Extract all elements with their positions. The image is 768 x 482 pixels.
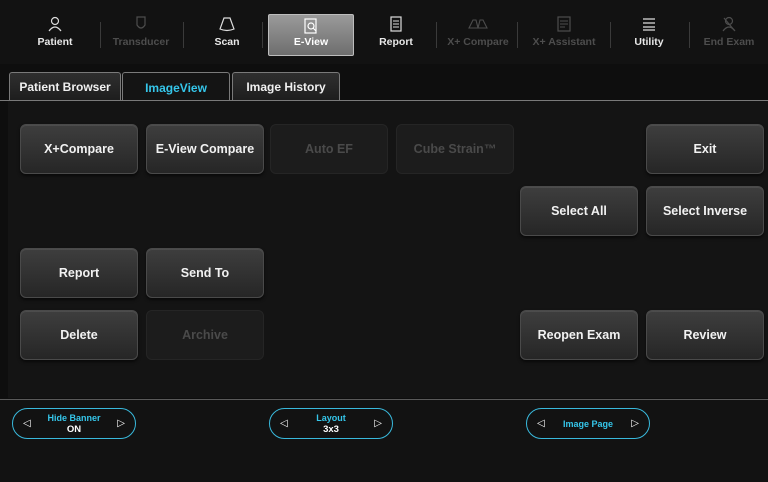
toolbar-x-compare-label: X+ Compare (447, 36, 509, 48)
e-view-compare-button[interactable]: E-View Compare (146, 124, 264, 174)
report-button[interactable]: Report (20, 248, 138, 298)
toolbar-report-label: Report (379, 36, 413, 48)
select-inverse-button-label: Select Inverse (662, 204, 748, 218)
toolbar-end-exam-label: End Exam (703, 36, 755, 48)
tab-imageview[interactable]: ImageView (122, 72, 230, 102)
select-all-button-label: Select All (551, 204, 607, 218)
hide-banner-next-icon[interactable]: ▷ (117, 418, 125, 429)
layout-next-icon[interactable]: ▷ (374, 418, 382, 429)
x-compare-button[interactable]: X+Compare (20, 124, 138, 174)
toolbar-transducer-button[interactable]: Transducer (110, 10, 172, 56)
select-all-button[interactable]: Select All (520, 186, 638, 236)
e-view-icon (304, 18, 317, 34)
send-to-button[interactable]: Send To (146, 248, 264, 298)
archive-button-label: Archive (182, 328, 228, 342)
toolbar-patient-label: Patient (37, 36, 73, 48)
hide-banner-value: ON (66, 423, 82, 435)
tab-image-history-label: Image History (246, 80, 326, 94)
toolbar-e-view-label: E-View (293, 36, 329, 48)
reopen-exam-button-label: Reopen Exam (537, 328, 621, 342)
toolbar-transducer-label: Transducer (112, 36, 170, 48)
toolbar-end-exam-button[interactable]: End Exam (698, 10, 760, 56)
select-inverse-button[interactable]: Select Inverse (646, 186, 764, 236)
archive-button[interactable]: Archive (146, 310, 264, 360)
layout-prev-icon[interactable]: ◁ (280, 418, 288, 429)
hide-banner-prev-icon[interactable]: ◁ (23, 418, 31, 429)
tab-image-history[interactable]: Image History (232, 72, 340, 101)
scan-icon (219, 17, 235, 32)
exit-button[interactable]: Exit (646, 124, 764, 174)
tab-patient-browser[interactable]: Patient Browser (9, 72, 121, 101)
toolbar-patient-button[interactable]: Patient (24, 10, 86, 56)
e-view-compare-button-label: E-View Compare (155, 142, 255, 156)
layout-control[interactable]: ◁ Layout 3x3 ▷ (269, 408, 393, 439)
exit-button-label: Exit (693, 142, 717, 156)
delete-button-label: Delete (60, 328, 98, 342)
review-button-label: Review (683, 328, 727, 342)
toolbar-utility-button[interactable]: Utility (618, 10, 680, 56)
transducer-icon (136, 16, 146, 29)
image-page-control[interactable]: ◁ Image Page ▷ (526, 408, 650, 439)
toolbar-scan-label: Scan (214, 36, 240, 48)
toolbar-e-view-button[interactable]: E-View (268, 14, 354, 56)
image-page-next-icon[interactable]: ▷ (631, 418, 639, 429)
toolbar-x-compare-button[interactable]: X+ Compare (440, 10, 516, 56)
report-button-label: Report (58, 266, 100, 280)
layout-label: Layout (316, 412, 346, 423)
review-button[interactable]: Review (646, 310, 764, 360)
delete-button[interactable]: Delete (20, 310, 138, 360)
toolbar-report-button[interactable]: Report (365, 10, 427, 56)
toolbar-x-assistant-button[interactable]: X+ Assistant (524, 10, 604, 56)
x-compare-button-label: X+Compare (44, 142, 114, 156)
toolbar-utility-label: Utility (634, 36, 664, 48)
hide-banner-control[interactable]: ◁ Hide Banner ON ▷ (12, 408, 136, 439)
patient-icon (48, 16, 62, 32)
top-toolbar: Patient Transducer Scan E-View Report X+… (0, 0, 768, 64)
send-to-button-label: Send To (180, 266, 230, 280)
report-icon (390, 16, 402, 32)
layout-value: 3x3 (323, 423, 339, 435)
x-compare-icon (468, 19, 488, 29)
auto-ef-button-label: Auto EF (305, 142, 353, 156)
cube-strain-button-label: Cube Strain™ (413, 142, 497, 156)
image-page-label: Image Page (562, 418, 614, 429)
auto-ef-button[interactable]: Auto EF (270, 124, 388, 174)
end-exam-icon (722, 16, 736, 32)
image-page-prev-icon[interactable]: ◁ (537, 418, 545, 429)
utility-icon (643, 18, 655, 31)
toolbar-scan-button[interactable]: Scan (196, 10, 258, 56)
cube-strain-button[interactable]: Cube Strain™ (396, 124, 514, 174)
reopen-exam-button[interactable]: Reopen Exam (520, 310, 638, 360)
hide-banner-label: Hide Banner (47, 412, 101, 423)
x-assistant-icon (557, 16, 571, 32)
tab-patient-browser-label: Patient Browser (19, 80, 111, 94)
tab-imageview-label: ImageView (145, 80, 207, 95)
toolbar-x-assistant-label: X+ Assistant (532, 36, 596, 48)
